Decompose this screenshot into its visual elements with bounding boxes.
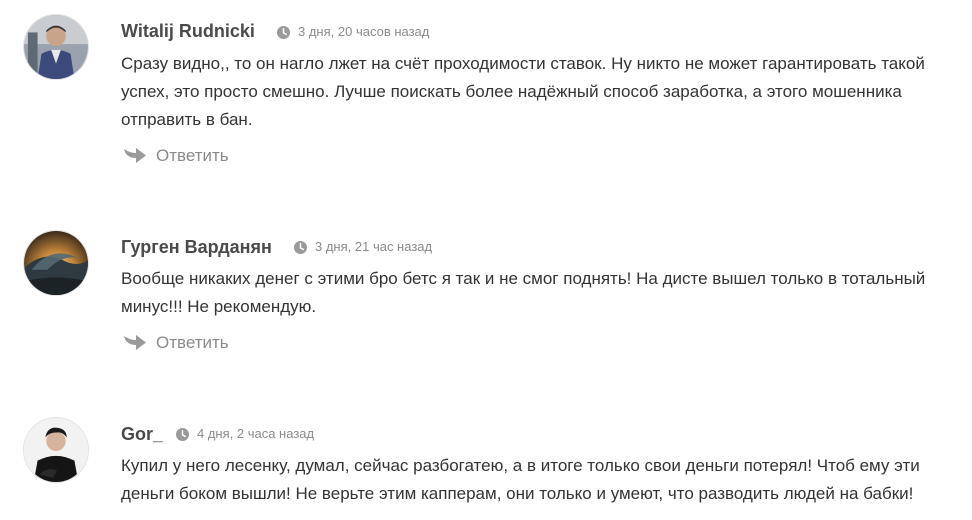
reply-arrow-icon [124, 148, 146, 163]
avatar[interactable] [23, 417, 89, 483]
comment-text: Вообще никаких денег с этими бро бетс я … [121, 269, 926, 316]
comment-time-text: 4 дня, 2 часа назад [197, 426, 315, 441]
avatar-icon [24, 418, 88, 482]
comment-time-text: 3 дня, 20 часов назад [298, 24, 430, 39]
comment-time-text: 3 дня, 21 час назад [315, 239, 433, 254]
clock-icon [277, 25, 290, 39]
avatar-icon [24, 231, 88, 295]
comments-list: Witalij Rudnicki 3 дня, 20 часов назад С… [0, 0, 972, 520]
comment-timestamp: 4 дня, 2 часа назад [176, 426, 314, 442]
clock-icon [294, 240, 307, 254]
reply-label: Ответить [156, 333, 229, 352]
comment-author[interactable]: Gor_ [121, 423, 163, 445]
reply-button[interactable]: Ответить [123, 146, 229, 166]
avatar-icon [24, 15, 88, 79]
reply-button[interactable]: Ответить [123, 333, 229, 353]
clock-icon [176, 427, 189, 441]
comment-author[interactable]: Гурген Варданян [121, 236, 272, 258]
reply-label: Ответить [156, 146, 229, 165]
avatar[interactable] [23, 230, 89, 296]
avatar[interactable] [23, 14, 89, 80]
comment-timestamp: 3 дня, 21 час назад [294, 239, 432, 255]
comment-text: Купил у него лесенку, думал, сейчас разб… [121, 456, 920, 503]
comment-text: Сразу видно,, то он нагло лжет на счёт п… [121, 54, 925, 129]
comment-timestamp: 3 дня, 20 часов назад [277, 24, 429, 40]
reply-arrow-icon [124, 335, 146, 350]
comment-author[interactable]: Witalij Rudnicki [121, 20, 255, 42]
